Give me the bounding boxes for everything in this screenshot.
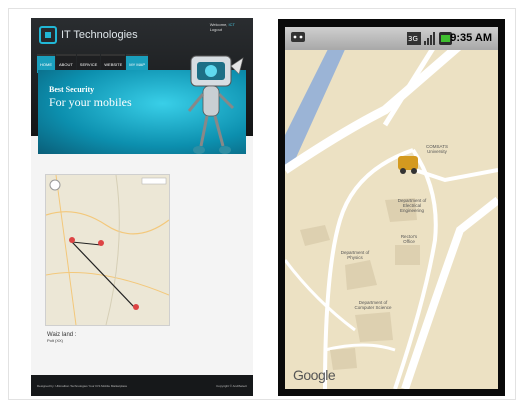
site-map-widget[interactable] [45, 174, 170, 326]
footer-right-text: Copyright © AndiSelect [216, 384, 247, 388]
footer-left-text: Designed by: Ultimaltion Technologies Yo… [37, 384, 128, 388]
map-label-physics: Department of Physics [340, 250, 370, 260]
google-logo: Google [293, 367, 336, 383]
logo-text: IT Technologies [61, 29, 138, 41]
banner-subtitle: Best Security [49, 85, 95, 94]
welcome-user[interactable]: ICT [229, 22, 235, 27]
phone-screen: 3G 9:35 AM COMSATS University Department… [285, 27, 498, 389]
status-time: 9:35 AM [450, 32, 492, 44]
welcome-box: Welcome, ICT Logout [210, 22, 235, 32]
logout-link[interactable]: Logout [210, 27, 222, 32]
map-canvas[interactable] [285, 41, 498, 389]
map-label-rector: Rector's Office [400, 234, 418, 244]
site-footer: Designed by: Ultimaltion Technologies Yo… [31, 375, 253, 396]
map-label-electrical: Department of Electrical Engineering [397, 198, 427, 213]
website-panel: IT Technologies Welcome, ICT Logout HOME… [31, 18, 253, 396]
location-marker[interactable] [398, 156, 418, 170]
map-caption: Waiz land : Polt (XX) [47, 332, 76, 344]
banner-title: For your mobiles [49, 95, 132, 109]
status-bar: 3G 9:35 AM [285, 27, 498, 50]
site-map-image [45, 174, 170, 326]
map-caption-sub: Polt (XX) [47, 338, 64, 343]
logo-icon [39, 26, 57, 44]
network-icon: 3G [407, 32, 421, 45]
notification-icon [291, 32, 305, 42]
phone-frame: 3G 9:35 AM COMSATS University Department… [278, 19, 505, 396]
svg-text:3G: 3G [408, 35, 418, 43]
robot-mascot-image [187, 55, 244, 154]
map-label-computer-science: Department of Computer Science [354, 300, 392, 310]
site-logo[interactable]: IT Technologies [39, 26, 138, 44]
map-label-comsats: COMSATS University [426, 144, 448, 154]
signal-icon [424, 32, 435, 45]
google-map-view[interactable]: COMSATS University Department of Electri… [285, 41, 498, 389]
